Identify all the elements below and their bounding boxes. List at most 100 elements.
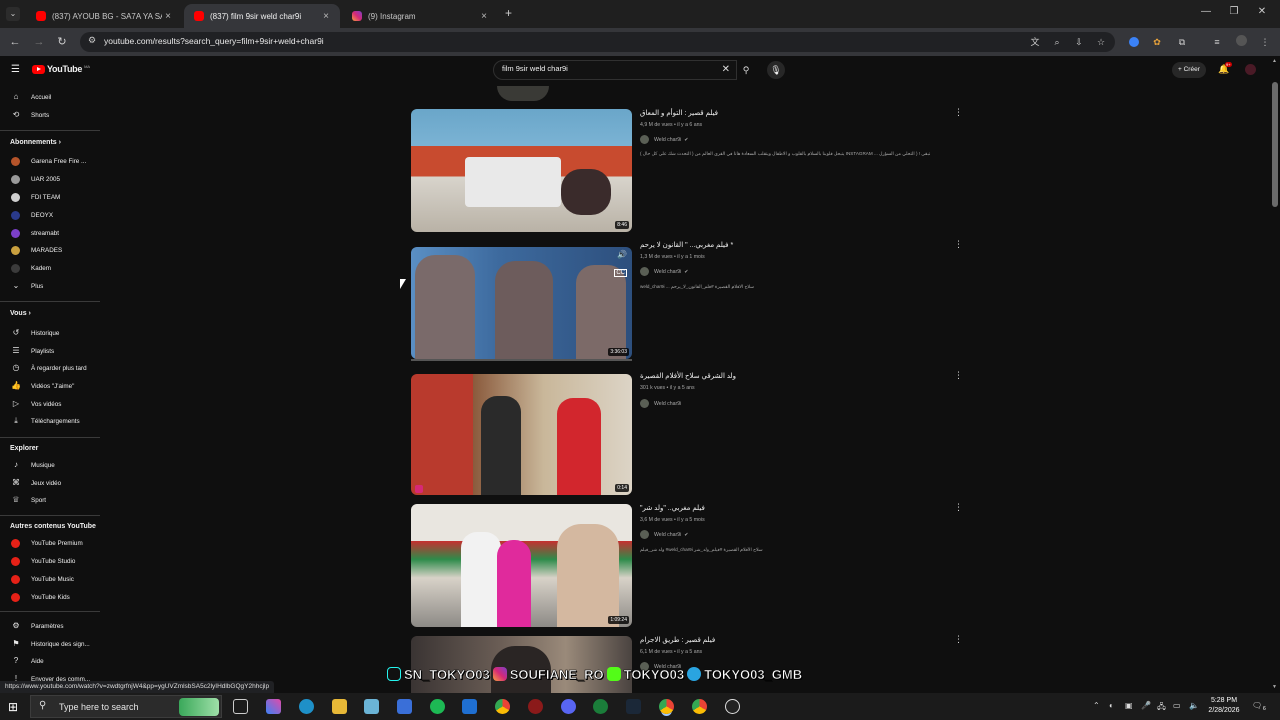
subscriptions-header[interactable]: Abonnements › bbox=[10, 139, 61, 146]
scroll-up-icon[interactable]: ▲ bbox=[1272, 58, 1277, 64]
translate-icon[interactable]: 文 bbox=[1028, 35, 1042, 49]
video-menu-icon[interactable]: ⋮ bbox=[954, 370, 963, 381]
app-red-icon[interactable] bbox=[528, 699, 543, 714]
channel-link[interactable]: Weld char9i ✔ bbox=[640, 135, 689, 144]
install-icon[interactable]: ⇩ bbox=[1072, 35, 1086, 49]
sidebar-item-help[interactable]: ? Aide bbox=[0, 653, 100, 669]
sidebar-item-report-history[interactable]: ⚑ Historique des sign... bbox=[0, 636, 100, 652]
sidebar-item-downloads[interactable]: ⤓ Téléchargements bbox=[0, 413, 100, 429]
site-info-icon[interactable]: ⚙ bbox=[88, 35, 96, 46]
hamburger-menu-icon[interactable]: ☰ bbox=[11, 64, 20, 75]
sidebar-item-music[interactable]: ♪ Musique bbox=[0, 457, 100, 473]
bookmark-star-icon[interactable]: ☆ bbox=[1094, 35, 1108, 49]
sidebar-sub-item[interactable]: DEOYX bbox=[0, 207, 100, 223]
sidebar-item-youtube-music[interactable]: YouTube Music bbox=[0, 571, 100, 587]
store-icon[interactable] bbox=[397, 699, 412, 714]
windows-start-icon[interactable]: ⊞ bbox=[8, 700, 18, 714]
new-tab-button[interactable]: + bbox=[505, 6, 512, 20]
close-tab-icon[interactable]: × bbox=[478, 11, 490, 22]
video-menu-icon[interactable]: ⋮ bbox=[954, 634, 963, 645]
page-scrollbar-thumb[interactable] bbox=[1272, 82, 1278, 207]
extension-blue-icon[interactable] bbox=[1127, 35, 1141, 49]
discord-icon[interactable] bbox=[561, 699, 576, 714]
video-title[interactable]: فيلم قصير : التوأم و المعاق bbox=[640, 109, 940, 117]
tray-app-icon[interactable]: ◐ bbox=[1109, 701, 1114, 710]
tray-device-icon[interactable]: ▣ bbox=[1125, 701, 1133, 710]
browser-tab-3[interactable]: (9) Instagram × bbox=[342, 4, 498, 28]
notification-center-icon[interactable]: 🗨 bbox=[1252, 701, 1262, 710]
close-tab-icon[interactable]: × bbox=[320, 11, 332, 22]
video-thumbnail[interactable]: 🔊 CC 3:36:03 bbox=[411, 247, 632, 359]
search-box[interactable]: ✕ bbox=[493, 60, 737, 80]
video-thumbnail[interactable]: 1:09:24 bbox=[411, 504, 632, 627]
forward-icon[interactable]: → bbox=[31, 34, 47, 50]
sidebar-sub-item[interactable]: UAR 2005 bbox=[0, 171, 100, 187]
video-title[interactable]: فيلم قصير : طريق الاجرام bbox=[640, 636, 940, 644]
sidebar-item-history[interactable]: ↺ Historique bbox=[0, 325, 100, 341]
tray-overflow-icon[interactable]: ⌃ bbox=[1093, 701, 1100, 710]
steam-icon[interactable] bbox=[626, 699, 641, 714]
sidebar-item-settings[interactable]: ⚙ Paramètres bbox=[0, 618, 100, 634]
chrome-active-icon[interactable] bbox=[659, 699, 674, 714]
clear-search-icon[interactable]: ✕ bbox=[722, 64, 730, 75]
video-title[interactable]: * فيلم مغربي... " القانون لا يرحم bbox=[640, 241, 940, 249]
sidebar-item-playlists[interactable]: ☰ Playlists bbox=[0, 343, 100, 359]
sidebar-item-youtube-kids[interactable]: YouTube Kids bbox=[0, 589, 100, 605]
battery-icon[interactable]: ▭ bbox=[1173, 701, 1181, 710]
video-menu-icon[interactable]: ⋮ bbox=[954, 107, 963, 118]
sidebar-sub-item[interactable]: streamabt bbox=[0, 225, 100, 241]
sidebar-sub-item[interactable]: Kadem bbox=[0, 260, 100, 276]
edge-icon[interactable] bbox=[299, 699, 314, 714]
chrome-icon[interactable] bbox=[495, 699, 510, 714]
scroll-down-icon[interactable]: ▼ bbox=[1272, 684, 1277, 690]
channel-link[interactable]: Weld char9i bbox=[640, 399, 681, 408]
address-bar[interactable]: ⚙ youtube.com/results?search_query=film+… bbox=[80, 32, 1115, 52]
back-icon[interactable]: ← bbox=[7, 34, 23, 50]
spotify-icon[interactable] bbox=[430, 699, 445, 714]
notepad-icon[interactable] bbox=[364, 699, 379, 714]
reload-icon[interactable]: ↻ bbox=[54, 34, 70, 50]
captions-icon[interactable]: CC bbox=[614, 269, 627, 277]
volume-tray-icon[interactable]: 🔈 bbox=[1189, 701, 1199, 710]
video-menu-icon[interactable]: ⋮ bbox=[954, 502, 963, 513]
account-avatar[interactable] bbox=[1245, 64, 1256, 75]
extensions-puzzle-icon[interactable]: ⧉ bbox=[1175, 35, 1189, 49]
extension-orange-icon[interactable]: ✿ bbox=[1150, 35, 1164, 49]
sidebar-item-youtube-premium[interactable]: YouTube Premium bbox=[0, 535, 100, 551]
zoom-icon[interactable]: ⌕ bbox=[1050, 35, 1064, 49]
browser-menu-icon[interactable]: ⋮ bbox=[1258, 35, 1272, 49]
youtube-logo[interactable]: YouTube MA bbox=[32, 64, 90, 74]
video-menu-icon[interactable]: ⋮ bbox=[954, 239, 963, 250]
channel-avatar-partial[interactable] bbox=[497, 86, 549, 101]
sidebar-item-home[interactable]: ⌂ Accueil bbox=[0, 89, 100, 105]
sidebar-item-watch-later[interactable]: ◷ À regarder plus tard bbox=[0, 360, 100, 376]
file-explorer-icon[interactable] bbox=[332, 699, 347, 714]
microphone-tray-icon[interactable]: 🎤 bbox=[1141, 701, 1151, 710]
profile-avatar-icon[interactable] bbox=[1234, 35, 1248, 49]
video-title[interactable]: ولد الشرقي سلاح الأفلام القصيرة bbox=[640, 372, 940, 380]
channel-link[interactable]: Weld char9i ✔ bbox=[640, 530, 689, 539]
sidebar-sub-item[interactable]: Garena Free Fire ... bbox=[0, 153, 100, 169]
create-button[interactable]: + Créer bbox=[1172, 62, 1206, 78]
close-window-icon[interactable]: ✕ bbox=[1252, 6, 1272, 22]
copilot-icon[interactable] bbox=[266, 699, 281, 714]
sidebar-item-sport[interactable]: ♕ Sport bbox=[0, 492, 100, 508]
channel-link[interactable]: Weld char9i ✔ bbox=[640, 267, 689, 276]
sidebar-item-youtube-studio[interactable]: YouTube Studio bbox=[0, 553, 100, 569]
network-icon[interactable]: 🖧 bbox=[1157, 701, 1166, 715]
you-header[interactable]: Vous › bbox=[10, 310, 31, 317]
video-thumbnail[interactable]: 0:14 bbox=[411, 374, 632, 495]
video-progress-bar[interactable] bbox=[411, 359, 632, 361]
close-tab-icon[interactable]: × bbox=[162, 11, 174, 22]
chrome-profile-icon[interactable] bbox=[692, 699, 707, 714]
outlook-icon[interactable] bbox=[462, 699, 477, 714]
sidebar-item-gaming[interactable]: ⌘ Jeux vidéo bbox=[0, 475, 100, 491]
sidebar-item-liked[interactable]: 👍 Vidéos "J'aime" bbox=[0, 378, 100, 394]
browser-tab-1[interactable]: (837) AYOUB BG - SA7A YA SA7 × bbox=[26, 4, 182, 28]
sidebar-sub-item[interactable]: MARADES bbox=[0, 242, 100, 258]
microphone-icon[interactable]: 🎙 bbox=[767, 61, 785, 79]
media-controls-icon[interactable]: ≡ bbox=[1210, 35, 1224, 49]
system-clock[interactable]: 5:28 PM 2/28/2026 bbox=[1204, 696, 1244, 716]
tab-search-icon[interactable]: ⌄ bbox=[6, 7, 20, 21]
obs-icon[interactable] bbox=[725, 699, 740, 714]
